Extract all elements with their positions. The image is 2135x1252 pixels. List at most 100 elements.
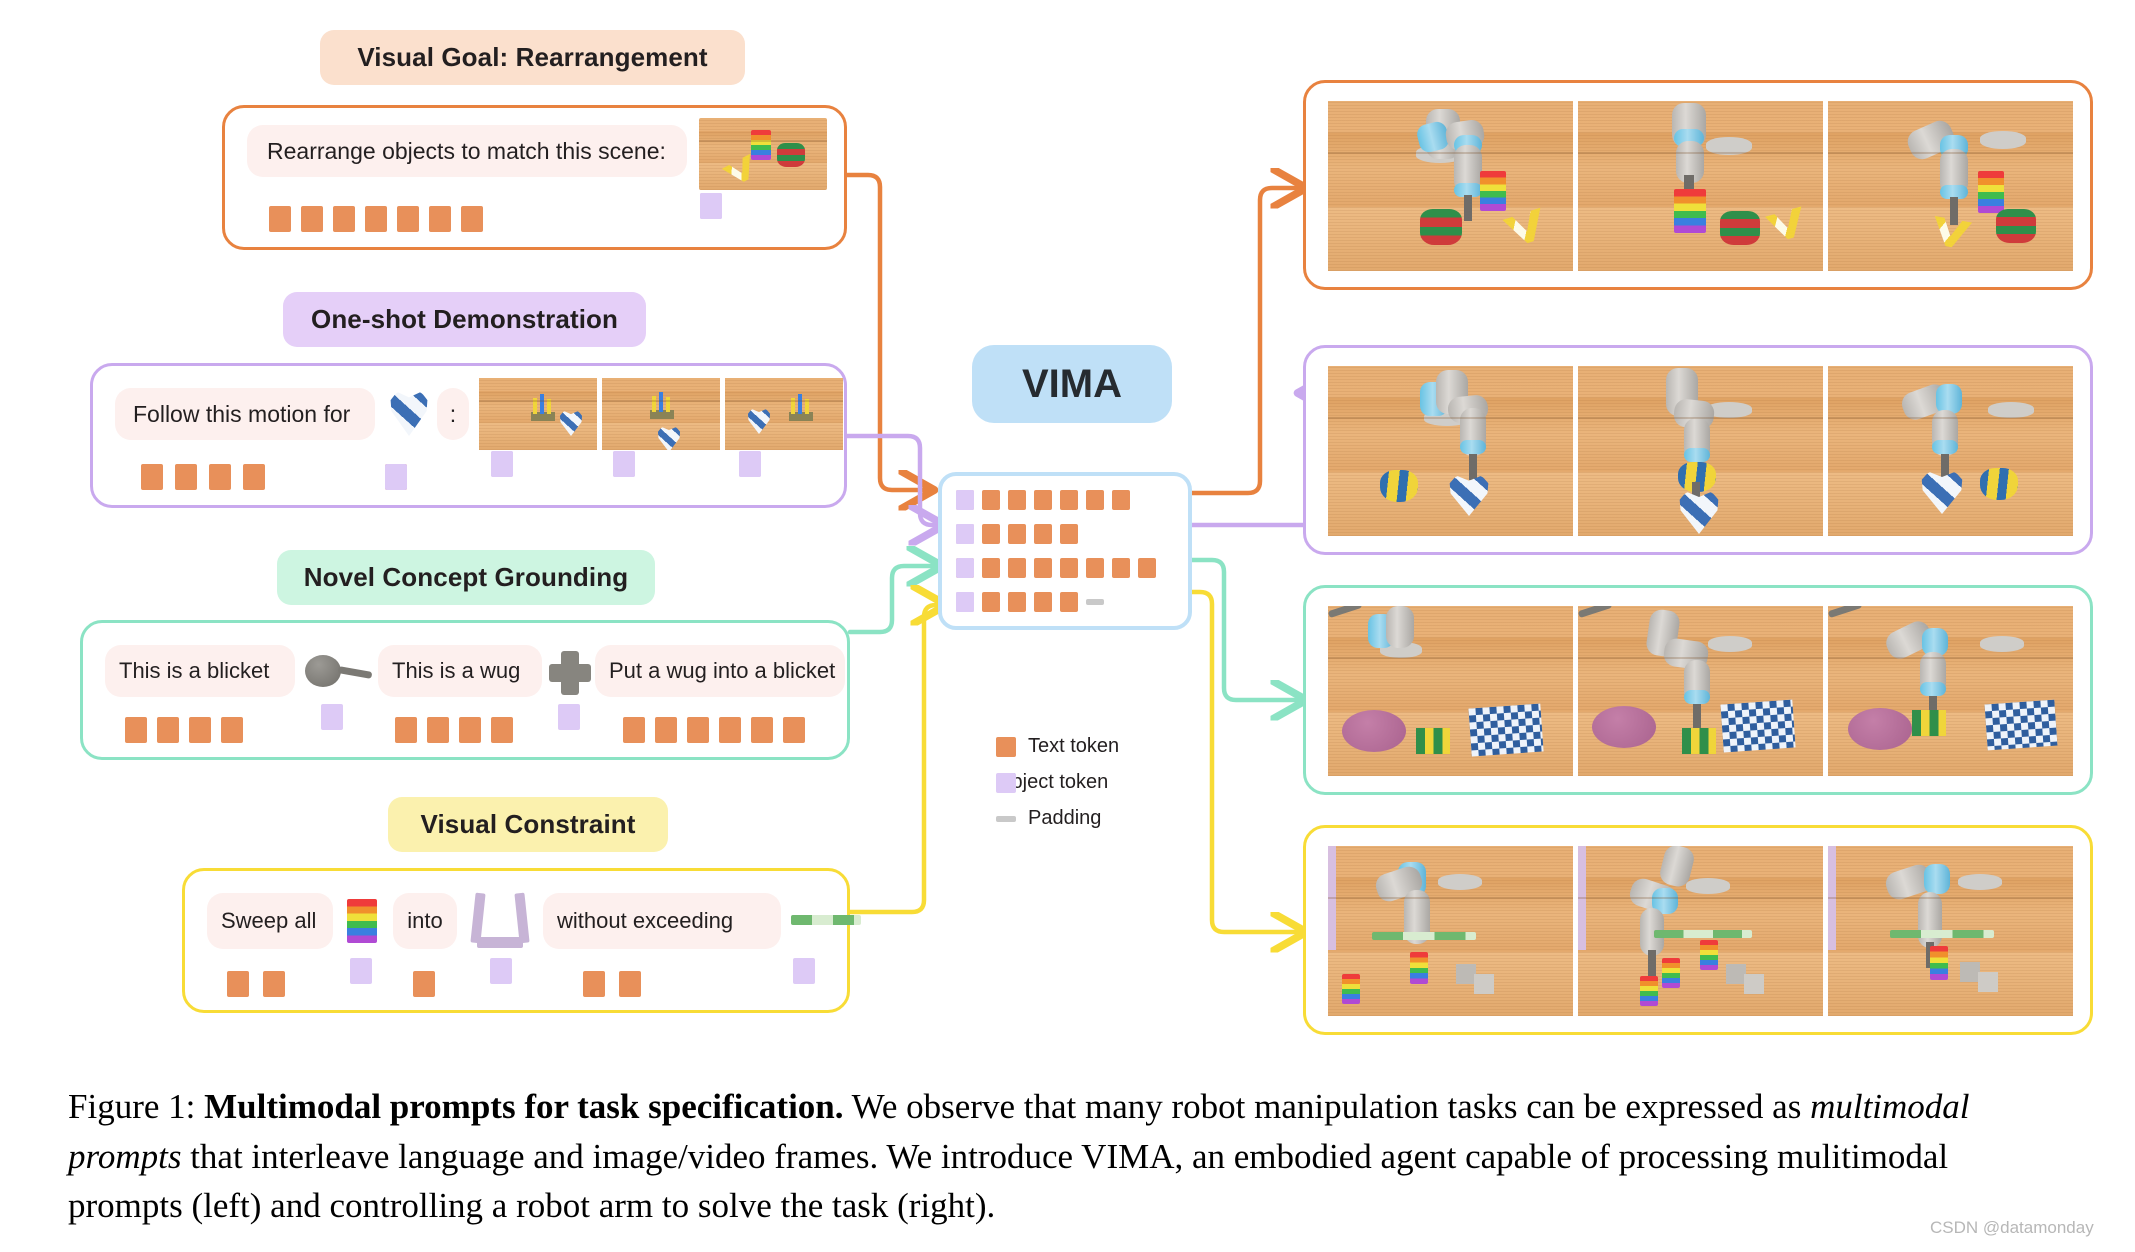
csdn-watermark-label: CSDN @datamonday bbox=[1930, 1218, 2094, 1237]
rollout-frame bbox=[1328, 101, 1573, 271]
legend-label-padding: Padding bbox=[1028, 807, 1102, 829]
prompt-colon-one-shot: : bbox=[437, 388, 469, 440]
green-line-icon bbox=[791, 915, 861, 925]
rollout-frame bbox=[1828, 846, 2073, 1016]
rollout-frame bbox=[1328, 846, 1573, 1016]
link-visual-goal-out bbox=[1187, 188, 1302, 496]
tokens-constraint-c bbox=[413, 971, 435, 997]
rollout-frame bbox=[1828, 606, 2073, 776]
tokens-novel-e bbox=[623, 717, 805, 743]
container-object-icon bbox=[470, 892, 530, 949]
task-title-visual-goal: Visual Goal: Rearrangement bbox=[320, 30, 745, 85]
link-visual-goal-in bbox=[842, 172, 930, 490]
token-legend: Text token Object token Padding bbox=[996, 735, 1119, 843]
figure-caption-bold: Multimodal prompts for task specificatio… bbox=[204, 1087, 844, 1126]
token-grid-row bbox=[956, 490, 1130, 510]
task-title-one-shot: One-shot Demonstration bbox=[283, 292, 646, 347]
prompt-text-without-label: without exceeding bbox=[557, 908, 734, 933]
figure-caption: Figure 1: Multimodal prompts for task sp… bbox=[68, 1082, 2068, 1231]
tokens-novel-a bbox=[125, 717, 243, 743]
tokens-one-shot-a bbox=[141, 464, 265, 490]
demo-frame-2 bbox=[602, 378, 720, 450]
rollout-panel-visual-constraint[interactable] bbox=[1303, 825, 2093, 1035]
prompt-text-without: without exceeding bbox=[543, 893, 781, 949]
csdn-watermark: CSDN @datamonday bbox=[1930, 1218, 2094, 1238]
prompt-text-into: into bbox=[393, 893, 457, 949]
pan-object-icon bbox=[305, 651, 375, 693]
link-constraint-in bbox=[847, 605, 942, 915]
prompt-text-visual-goal: Rearrange objects to match this scene: bbox=[247, 125, 687, 177]
demo-frame-3 bbox=[725, 378, 843, 450]
prompt-text-blicket: This is a blicket bbox=[105, 645, 295, 697]
rollout-frame bbox=[1578, 846, 1823, 1016]
rollout-frame bbox=[1578, 366, 1823, 536]
legend-item-padding: Padding bbox=[996, 807, 1119, 830]
rollout-frames-visual-constraint bbox=[1328, 846, 2073, 1016]
prompt-text-wug-label: This is a wug bbox=[392, 658, 521, 683]
prompt-text-sweep: Sweep all bbox=[207, 893, 333, 949]
rollout-frames-one-shot bbox=[1328, 366, 2073, 536]
rollout-frame bbox=[1328, 606, 1573, 776]
legend-item-text-token: Text token bbox=[996, 735, 1119, 758]
prompt-card-novel-concept[interactable]: This is a blicket This is a wug Put a wu… bbox=[80, 620, 850, 760]
tokens-one-shot-b bbox=[385, 464, 407, 490]
rollout-panel-novel-concept[interactable] bbox=[1303, 585, 2093, 795]
link-one-shot-in bbox=[842, 433, 940, 525]
token-grid-row bbox=[956, 524, 1078, 544]
rollout-panel-one-shot[interactable] bbox=[1303, 345, 2093, 555]
figure-caption-label: Figure 1: bbox=[68, 1087, 196, 1126]
rollout-frames-visual-goal bbox=[1328, 101, 2073, 271]
vima-model-label: VIMA bbox=[1022, 361, 1122, 406]
figure-caption-part2: that interleave language and image/video… bbox=[68, 1136, 1949, 1226]
object-token-swatch-icon bbox=[996, 772, 1016, 793]
goal-scene-thumb bbox=[699, 118, 827, 190]
task-title-novel-concept: Novel Concept Grounding bbox=[277, 550, 655, 605]
link-constraint-out bbox=[1187, 589, 1302, 932]
prompt-text-wug: This is a wug bbox=[378, 645, 542, 697]
token-sequence-grid bbox=[938, 472, 1192, 630]
cross-object-icon bbox=[549, 651, 591, 695]
task-title-visual-constraint: Visual Constraint bbox=[388, 797, 668, 852]
prompt-text-sweep-label: Sweep all bbox=[221, 908, 317, 933]
legend-item-object-token: Object token bbox=[996, 771, 1119, 794]
prompt-card-one-shot[interactable]: Follow this motion for : bbox=[90, 363, 847, 508]
tokens-visual-goal bbox=[269, 206, 483, 232]
rollout-frame bbox=[1328, 366, 1573, 536]
legend-label-text-token: Text token bbox=[1028, 735, 1120, 757]
text-token-swatch-icon bbox=[996, 736, 1016, 757]
prompt-text-blicket-label: This is a blicket bbox=[119, 658, 270, 683]
figure-caption-part1: We observe that many robot manipulation … bbox=[843, 1087, 1811, 1126]
token-grid-row bbox=[956, 558, 1156, 578]
prompt-card-visual-constraint[interactable]: Sweep all into without exceeding bbox=[182, 868, 861, 1013]
swirl-object-icon bbox=[390, 391, 428, 436]
padding-token-swatch-icon bbox=[996, 815, 1016, 822]
link-novel-out bbox=[1187, 557, 1302, 700]
task-title-visual-goal-label: Visual Goal: Rearrangement bbox=[357, 42, 708, 72]
demo-frames bbox=[479, 378, 843, 450]
prompt-text-visual-goal-label: Rearrange objects to match this scene: bbox=[267, 137, 666, 164]
tokens-constraint-e bbox=[583, 971, 641, 997]
rollout-frame bbox=[1578, 606, 1823, 776]
rollout-frame bbox=[1578, 101, 1823, 271]
rollout-frames-novel-concept bbox=[1328, 606, 2073, 776]
link-novel-in bbox=[847, 566, 938, 635]
prompt-text-put: Put a wug into a blicket bbox=[595, 645, 845, 697]
token-grid-row bbox=[956, 592, 1104, 612]
prompt-text-put-label: Put a wug into a blicket bbox=[609, 658, 836, 683]
prompt-text-one-shot: Follow this motion for bbox=[115, 388, 375, 440]
rollout-panel-visual-goal[interactable] bbox=[1303, 80, 2093, 290]
prompt-text-one-shot-label: Follow this motion for bbox=[133, 400, 351, 427]
demo-frame-1 bbox=[479, 378, 597, 450]
prompt-text-into-label: into bbox=[407, 908, 443, 933]
prompt-colon-label: : bbox=[449, 400, 457, 427]
vima-model-badge: VIMA bbox=[972, 345, 1172, 423]
rollout-frame bbox=[1828, 366, 2073, 536]
prompt-card-visual-goal[interactable]: Rearrange objects to match this scene: bbox=[222, 105, 847, 250]
rollout-frame bbox=[1828, 101, 2073, 271]
task-title-visual-constraint-label: Visual Constraint bbox=[420, 809, 636, 839]
task-title-one-shot-label: One-shot Demonstration bbox=[311, 304, 618, 334]
tokens-novel-c bbox=[395, 717, 513, 743]
rainbow-block-icon bbox=[347, 899, 377, 943]
tokens-constraint-a bbox=[227, 971, 285, 997]
task-title-novel-concept-label: Novel Concept Grounding bbox=[303, 562, 629, 592]
